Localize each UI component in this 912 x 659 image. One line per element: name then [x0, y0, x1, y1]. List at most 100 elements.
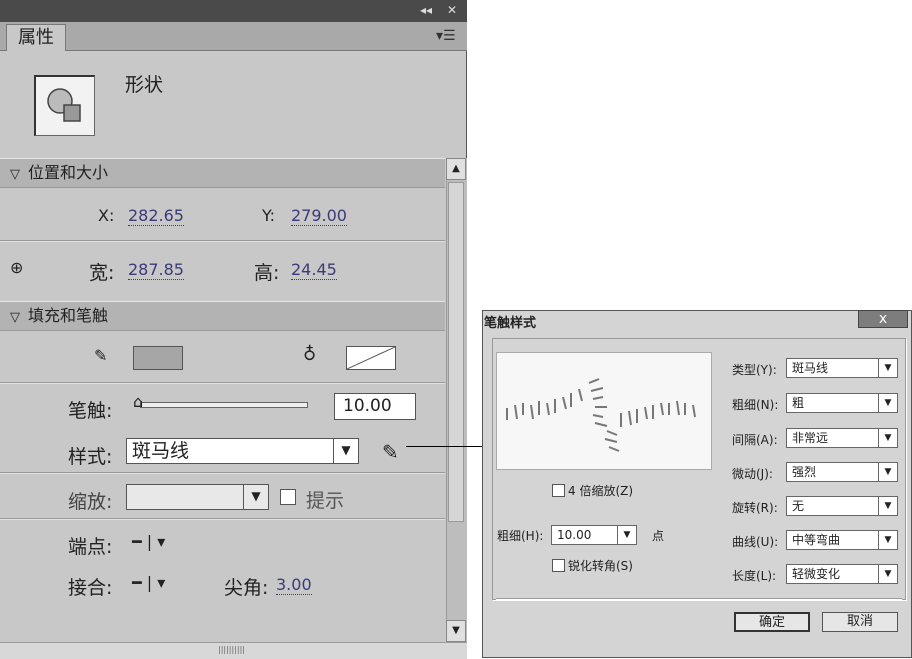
chevron-down-icon: ▼: [878, 463, 897, 481]
stroke-slider-handle[interactable]: ⌂: [133, 392, 143, 411]
thickness-unit: 点: [652, 529, 665, 543]
panel-menu-icon[interactable]: ▾☰: [436, 28, 456, 44]
spacing-select[interactable]: 非常远 ▼: [786, 428, 898, 448]
curve-value: 中等弯曲: [792, 533, 841, 547]
jiggle-value: 强烈: [792, 465, 817, 479]
scale-label: 缩放:: [68, 491, 113, 513]
chevron-down-icon: ▼: [878, 394, 897, 412]
scroll-thumb[interactable]: [448, 182, 464, 522]
stroke-style-select[interactable]: 斑马线 ▼: [126, 438, 359, 464]
divider: [0, 518, 445, 520]
jiggle-select[interactable]: 强烈 ▼: [786, 462, 898, 482]
width-value[interactable]: 287.85: [128, 260, 184, 280]
x-value[interactable]: 282.65: [128, 206, 184, 226]
scroll-down-arrow-icon[interactable]: ▼: [446, 620, 466, 642]
join-style-select[interactable]: ━ | ▾: [132, 573, 165, 592]
chevron-down-icon: ▼: [617, 526, 636, 544]
curve-select[interactable]: 中等弯曲 ▼: [786, 530, 898, 550]
weight-select[interactable]: 粗 ▼: [786, 393, 898, 413]
width-label: 宽:: [89, 262, 115, 284]
position-size-section-header[interactable]: ▽ 位置和大小: [0, 158, 445, 188]
rotate-select[interactable]: 无 ▼: [786, 496, 898, 516]
style-label: 样式:: [68, 446, 113, 468]
sharpen-corners-checkbox[interactable]: [552, 559, 565, 572]
dialog-close-button[interactable]: x: [858, 310, 908, 328]
stroke-label: 笔触:: [68, 400, 113, 422]
scroll-up-arrow-icon[interactable]: ▲: [446, 158, 466, 180]
cap-style-select[interactable]: ━ | ▾: [132, 532, 165, 551]
thickness-select[interactable]: 10.00 ▼: [551, 525, 637, 545]
connector-arrow: [406, 446, 491, 447]
pencil-icon: ✎: [94, 346, 108, 365]
hint-label: 提示: [306, 490, 345, 512]
rotate-label: 旋转(R):: [732, 501, 778, 515]
section-title: 填充和笔触: [28, 306, 109, 325]
tab-properties[interactable]: 属性: [6, 24, 66, 51]
length-label: 长度(L):: [732, 569, 777, 583]
close-icon[interactable]: ✕: [447, 3, 457, 17]
height-label: 高:: [254, 262, 280, 284]
weight-label: 粗细(N):: [732, 398, 779, 412]
lock-ratio-link-icon[interactable]: ⊕: [10, 258, 23, 277]
type-select[interactable]: 斑马线 ▼: [786, 358, 898, 378]
thickness-label: 粗细(H):: [497, 529, 544, 543]
stroke-preview: [496, 352, 712, 470]
weight-value: 粗: [792, 396, 805, 410]
section-title: 位置和大小: [28, 163, 109, 182]
zoom-4x-checkbox[interactable]: [552, 484, 565, 497]
miter-value[interactable]: 3.00: [276, 575, 312, 595]
stroke-style-value: 斑马线: [132, 440, 190, 462]
edit-stroke-style-pencil-icon[interactable]: ✎: [382, 440, 399, 464]
hint-checkbox[interactable]: [280, 489, 296, 505]
jiggle-label: 微动(J):: [732, 467, 773, 481]
chevron-down-icon: ▼: [878, 531, 897, 549]
chevron-down-icon: ▼: [878, 565, 897, 583]
miter-label: 尖角:: [224, 577, 269, 599]
collapse-triangle-icon: ▽: [10, 310, 20, 325]
chevron-down-icon: ▼: [878, 429, 897, 447]
fill-color-swatch[interactable]: [346, 346, 396, 370]
shape-type-label: 形状: [125, 74, 164, 96]
length-value: 轻微变化: [792, 567, 841, 581]
rotate-value: 无: [792, 499, 805, 513]
dialog-separator: [496, 598, 902, 600]
type-label: 类型(Y):: [732, 363, 777, 377]
collapse-icon[interactable]: ◂◂: [420, 3, 432, 17]
chevron-down-icon: ▼: [878, 359, 897, 377]
spacing-value: 非常远: [792, 431, 829, 445]
spacing-label: 间隔(A):: [732, 433, 778, 447]
collapse-triangle-icon: ▽: [10, 167, 20, 182]
divider: [0, 240, 445, 242]
no-color-slash-icon: [347, 347, 395, 369]
sharpen-corners-label: 锐化转角(S): [568, 559, 633, 573]
cancel-button[interactable]: 取消: [822, 612, 898, 632]
zebra-stroke-preview-image: [506, 378, 696, 452]
cap-label: 端点:: [68, 536, 113, 558]
tab-strip: [0, 22, 467, 51]
chevron-down-icon: ▼: [243, 485, 268, 509]
fill-stroke-section-header[interactable]: ▽ 填充和笔触: [0, 301, 445, 331]
curve-label: 曲线(U):: [732, 535, 779, 549]
divider: [0, 382, 445, 384]
stroke-slider-track[interactable]: [140, 402, 308, 408]
y-label: Y:: [262, 206, 276, 225]
stroke-color-swatch[interactable]: [133, 346, 183, 370]
panel-title-bar: [0, 0, 467, 22]
stroke-width-input[interactable]: 10.00: [334, 393, 416, 420]
shape-preview-icon: [34, 75, 95, 136]
ok-button[interactable]: 确定: [734, 612, 810, 632]
length-select[interactable]: 轻微变化 ▼: [786, 564, 898, 584]
x-label: X:: [98, 206, 115, 225]
dialog-title: 笔触样式: [484, 316, 537, 331]
paint-bucket-icon: ♁: [303, 344, 317, 365]
type-value: 斑马线: [792, 361, 829, 375]
chevron-down-icon: ▼: [878, 497, 897, 515]
divider: [0, 472, 445, 474]
resize-grip[interactable]: ||||||||||: [0, 642, 467, 659]
height-value[interactable]: 24.45: [291, 260, 337, 280]
y-value[interactable]: 279.00: [291, 206, 347, 226]
chevron-down-icon: ▼: [333, 439, 358, 463]
scale-select[interactable]: ▼: [126, 484, 269, 510]
thickness-value: 10.00: [557, 528, 592, 542]
join-label: 接合:: [68, 577, 113, 599]
